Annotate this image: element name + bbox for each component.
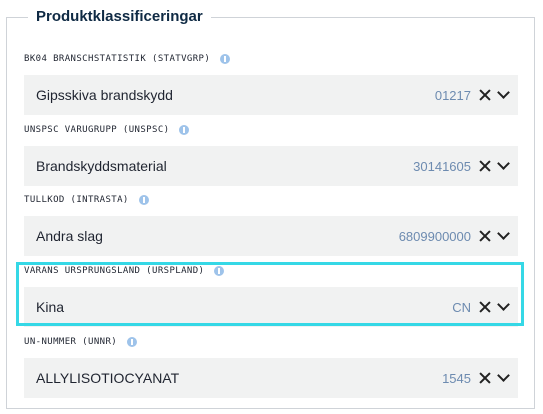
select-code: 1545: [442, 370, 471, 386]
field-label: UN-NUMMER (UNNR): [24, 337, 118, 347]
clear-icon[interactable]: [479, 230, 491, 242]
select-value: Gipsskiva brandskydd: [36, 87, 173, 103]
chevron-down-icon[interactable]: [497, 227, 510, 240]
chevron-down-icon[interactable]: [497, 369, 510, 382]
field-intrasta: TULLKOD (INTRASTA) Andra slag 6809900000: [24, 193, 518, 256]
clear-icon[interactable]: [479, 89, 491, 101]
field-statvgrp: BK04 BRANSCHSTATISTIK (STATVGRP) Gipsski…: [24, 52, 518, 115]
field-unnr: UN-NUMMER (UNNR) ALLYLISOTIOCYANAT 1545: [24, 335, 518, 398]
info-icon[interactable]: [138, 195, 149, 205]
clear-icon[interactable]: [479, 301, 491, 313]
chevron-down-icon[interactable]: [497, 157, 510, 170]
select-code: 01217: [434, 87, 471, 103]
chevron-down-icon[interactable]: [497, 86, 510, 99]
urspland-select[interactable]: Kina CN: [24, 287, 518, 327]
field-label: UNSPSC VARUGRUPP (UNSPSC): [24, 125, 170, 135]
clear-icon[interactable]: [479, 160, 491, 172]
select-value: Brandskyddsmaterial: [36, 158, 167, 174]
select-code: 6809900000: [398, 228, 471, 244]
intrasta-select[interactable]: Andra slag 6809900000: [24, 216, 518, 256]
info-icon[interactable]: [179, 125, 190, 135]
chevron-down-icon[interactable]: [497, 298, 510, 311]
statvgrp-select[interactable]: Gipsskiva brandskydd 01217: [24, 75, 518, 115]
info-icon[interactable]: [220, 54, 231, 64]
unnr-select[interactable]: ALLYLISOTIOCYANAT 1545: [24, 358, 518, 398]
field-unspsc: UNSPSC VARUGRUPP (UNSPSC) Brandskyddsmat…: [24, 123, 518, 186]
field-label: BK04 BRANSCHSTATISTIK (STATVGRP): [24, 54, 211, 64]
select-code: CN: [452, 299, 471, 315]
field-label: VARANS URSPRUNGSLAND (URSPLAND): [24, 266, 205, 276]
field-label: TULLKOD (INTRASTA): [24, 195, 129, 205]
info-icon[interactable]: [214, 266, 225, 276]
clear-icon[interactable]: [479, 372, 491, 384]
section-title: Produktklassificeringar: [28, 7, 211, 27]
select-value: Kina: [36, 299, 65, 315]
select-value: Andra slag: [36, 228, 103, 244]
info-icon[interactable]: [127, 337, 138, 347]
select-value: ALLYLISOTIOCYANAT: [36, 370, 180, 386]
select-code: 30141605: [413, 158, 471, 174]
unspsc-select[interactable]: Brandskyddsmaterial 30141605: [24, 146, 518, 186]
field-urspland: VARANS URSPRUNGSLAND (URSPLAND) Kina CN: [24, 264, 518, 327]
